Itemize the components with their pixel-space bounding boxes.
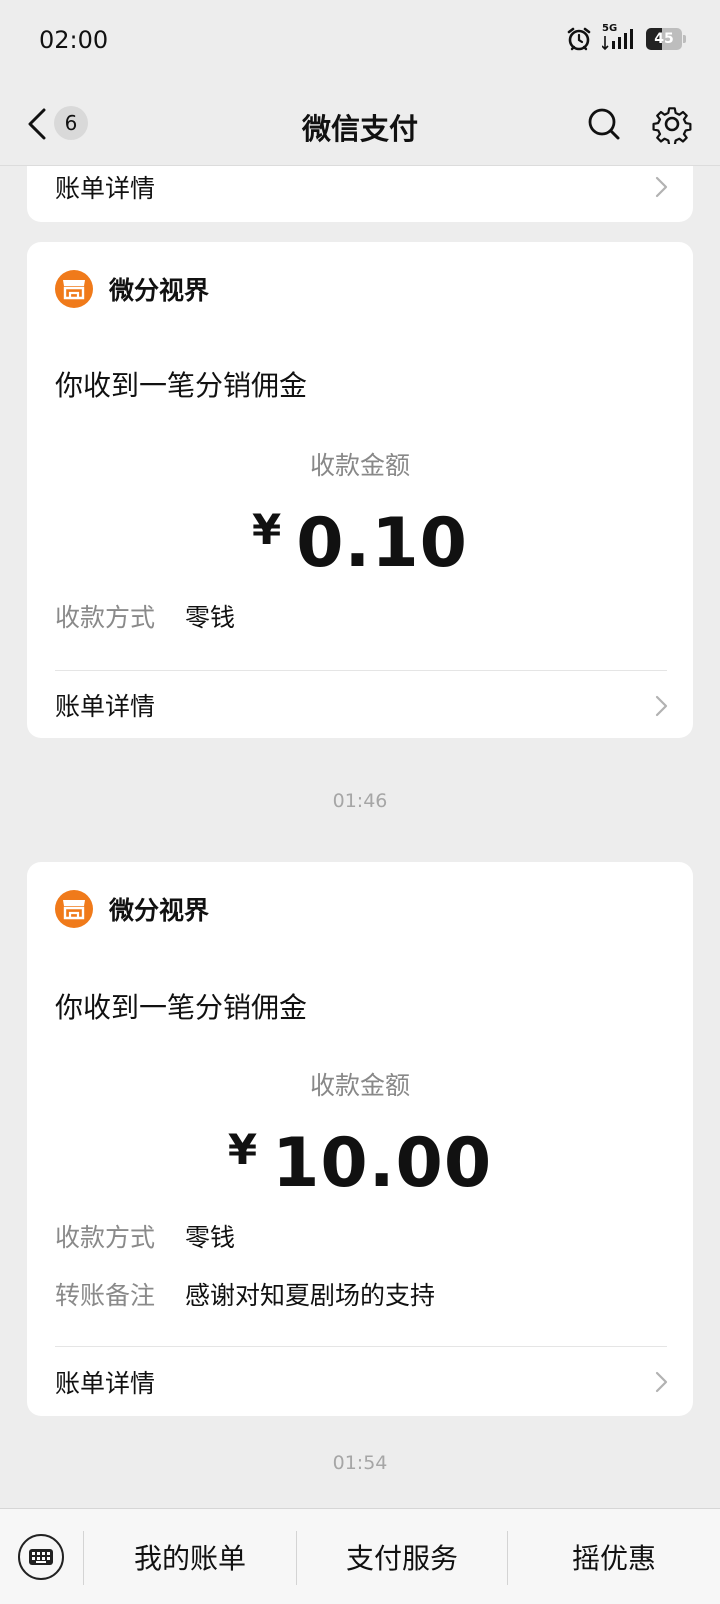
payment-amount: ¥10.00 xyxy=(27,1124,693,1203)
field-value: 零钱 xyxy=(185,603,236,632)
message-list[interactable]: 账单详情 微分视界 你收到一笔分销佣金 收款金额 ¥0.10 收款方式 零钱 账… xyxy=(0,166,720,1508)
merchant-name: 微分视界 xyxy=(109,896,210,925)
bill-detail-row[interactable]: 账单详情 xyxy=(27,1347,693,1416)
status-time: 02:00 xyxy=(39,26,109,54)
bill-detail-row[interactable]: 账单详情 xyxy=(27,166,693,222)
battery-level: 45 xyxy=(654,31,674,47)
payment-method-row: 收款方式 零钱 xyxy=(55,598,235,634)
bill-detail-label: 账单详情 xyxy=(55,691,156,721)
merchant-header[interactable]: 微分视界 xyxy=(55,890,209,928)
payment-method-row: 收款方式 零钱 xyxy=(55,1218,235,1254)
payment-amount: ¥0.10 xyxy=(27,504,693,583)
store-icon xyxy=(55,270,93,308)
amount-value: 0.10 xyxy=(296,504,468,583)
field-value: 零钱 xyxy=(185,1223,236,1252)
store-icon xyxy=(55,890,93,928)
menu-shake-deals[interactable]: 摇优惠 xyxy=(508,1509,720,1604)
amount-label: 收款金额 xyxy=(309,451,410,480)
alarm-icon xyxy=(567,27,591,51)
payment-card[interactable]: 微分视界 你收到一笔分销佣金 收款金额 ¥10.00 收款方式 零钱 转账备注 … xyxy=(27,862,693,1416)
keyboard-icon xyxy=(29,1549,53,1565)
field-value: 感谢对知夏剧场的支持 xyxy=(185,1281,436,1310)
nav-bar: 6 微信支付 xyxy=(0,82,720,166)
field-key: 转账备注 xyxy=(55,1281,156,1310)
bill-detail-label: 账单详情 xyxy=(55,174,156,203)
currency-symbol: ¥ xyxy=(251,505,283,554)
status-icons: 5G 45 xyxy=(566,23,686,52)
payment-card-partial: 账单详情 xyxy=(27,166,693,222)
merchant-header[interactable]: 微分视界 xyxy=(55,270,209,308)
bill-detail-label: 账单详情 xyxy=(55,1368,156,1398)
bottom-menu-bar: 我的账单 支付服务 摇优惠 xyxy=(0,1508,720,1604)
payment-headline: 你收到一笔分销佣金 xyxy=(55,369,308,402)
status-bar: 02:00 5G 45 xyxy=(0,0,720,82)
chevron-right-icon xyxy=(655,695,668,717)
message-timestamp: 01:46 xyxy=(332,790,388,812)
bill-detail-row[interactable]: 账单详情 xyxy=(27,671,693,738)
amount-label: 收款金额 xyxy=(309,1071,410,1100)
keyboard-toggle-button[interactable] xyxy=(18,1534,64,1580)
payment-headline: 你收到一笔分销佣金 xyxy=(55,991,308,1024)
field-key: 收款方式 xyxy=(55,603,156,632)
field-key: 收款方式 xyxy=(55,1223,156,1252)
chevron-right-icon xyxy=(655,176,668,198)
menu-payment-services[interactable]: 支付服务 xyxy=(297,1509,507,1604)
signal-icon: 5G xyxy=(602,23,636,51)
gear-icon[interactable] xyxy=(652,104,692,144)
payment-card[interactable]: 微分视界 你收到一笔分销佣金 收款金额 ¥0.10 收款方式 零钱 账单详情 xyxy=(27,242,693,738)
search-icon[interactable] xyxy=(586,104,622,144)
message-timestamp: 01:54 xyxy=(332,1452,388,1474)
currency-symbol: ¥ xyxy=(227,1125,259,1174)
menu-my-bills[interactable]: 我的账单 xyxy=(84,1509,296,1604)
battery-icon: 45 xyxy=(646,28,686,50)
merchant-name: 微分视界 xyxy=(109,276,210,305)
chevron-right-icon xyxy=(655,1371,668,1393)
amount-value: 10.00 xyxy=(272,1124,493,1203)
transfer-note-row: 转账备注 感谢对知夏剧场的支持 xyxy=(55,1276,435,1312)
